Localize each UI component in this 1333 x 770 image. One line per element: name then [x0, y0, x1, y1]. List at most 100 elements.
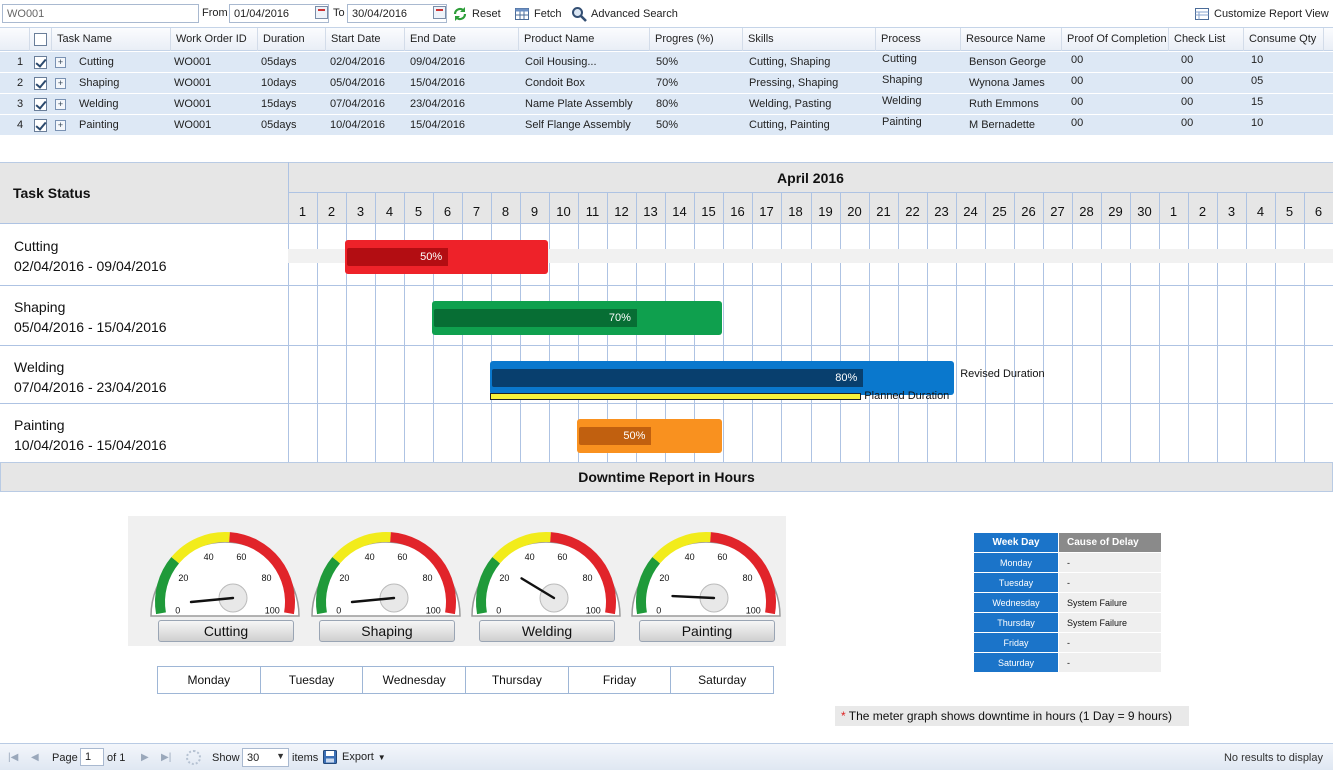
cell-duration: 15days [261, 98, 297, 110]
gauge-button-shaping[interactable]: Shaping [319, 620, 455, 642]
column-header-consume-qty[interactable]: Consume Qty [1244, 28, 1324, 51]
expand-icon[interactable]: + [55, 57, 66, 68]
cell-end-date: 15/04/2016 [410, 77, 466, 89]
gauge-button-painting[interactable]: Painting [639, 620, 775, 642]
refresh-icon[interactable] [186, 750, 201, 765]
page-count-label: of 1 [107, 752, 126, 764]
reset-label: Reset [472, 8, 501, 20]
table-row[interactable]: 2 + Shaping WO001 10days 05/04/2016 15/0… [0, 73, 1333, 94]
weekday-tab-friday[interactable]: Friday [569, 667, 672, 693]
customize-report-view-button[interactable]: Customize Report View [1194, 5, 1329, 23]
day-label: 1 [1169, 204, 1178, 219]
column-header-work-order-id[interactable]: Work Order ID [171, 28, 258, 51]
cause-row: Thursday System Failure [974, 613, 1161, 633]
weekday-tab-monday[interactable]: Monday [158, 667, 261, 693]
work-order-search-input[interactable] [2, 4, 199, 23]
cause-row: Friday - [974, 633, 1161, 653]
table-row[interactable]: 3 + Welding WO001 15days 07/04/2016 23/0… [0, 94, 1333, 115]
cell-task-name: Cutting [79, 56, 114, 68]
cell-process: Welding [882, 95, 922, 107]
fetch-button[interactable]: Fetch [514, 5, 562, 23]
page-size-select[interactable]: 30 ▼ [242, 748, 289, 767]
day-label: 2 [327, 204, 336, 219]
cause-row: Saturday - [974, 653, 1161, 673]
cause-day: Thursday [974, 613, 1058, 632]
last-page-icon[interactable]: ▶| [161, 752, 171, 763]
search-icon [571, 6, 587, 22]
cell-task-name: Welding [79, 98, 119, 110]
gauge-tick-label: 0 [496, 605, 501, 615]
column-header-duration[interactable]: Duration [258, 28, 326, 51]
column-header-task-name[interactable]: Task Name [52, 28, 171, 51]
gauge-tick-label: 60 [557, 552, 567, 562]
page-number-input[interactable] [80, 748, 104, 766]
reset-button[interactable]: Reset [452, 5, 501, 23]
row-checkbox[interactable] [34, 77, 47, 90]
expand-icon[interactable]: + [55, 99, 66, 110]
row-checkbox[interactable] [34, 98, 47, 111]
row-number: 3 [17, 98, 24, 110]
gauge-tick-label: 20 [178, 573, 188, 583]
task-date-range: 07/04/2016 - 23/04/2016 [14, 379, 167, 395]
table-row[interactable]: 4 + Painting WO001 05days 10/04/2016 15/… [0, 115, 1333, 136]
weekday-tab-saturday[interactable]: Saturday [671, 667, 773, 693]
gauge-tick-label: 80 [583, 573, 593, 583]
prev-page-icon[interactable]: ◀ [31, 752, 39, 763]
week-day-header: Week Day [974, 533, 1058, 552]
column-header-proof-of-completion[interactable]: Proof Of Completion [1062, 28, 1169, 51]
day-gridline [869, 193, 870, 462]
expand-icon[interactable]: + [55, 120, 66, 131]
cause-value: System Failure [1058, 593, 1161, 612]
gauge-tick-label: 60 [717, 552, 727, 562]
select-all-checkbox[interactable] [34, 33, 47, 46]
day-gridline [1014, 193, 1015, 462]
next-page-icon[interactable]: ▶ [141, 752, 149, 763]
cell-product-name: Name Plate Assembly [525, 98, 633, 110]
column-header-progress[interactable]: Progres (%) [650, 28, 743, 51]
first-page-icon[interactable]: |◀ [8, 752, 18, 763]
gauge-button-welding[interactable]: Welding [479, 620, 615, 642]
day-label: 1 [298, 204, 307, 219]
weekday-tab-wednesday[interactable]: Wednesday [363, 667, 467, 693]
from-calendar-icon[interactable] [315, 6, 328, 19]
gauge-tick-label: 80 [262, 573, 272, 583]
day-gridline [752, 193, 753, 462]
column-header-end-date[interactable]: End Date [405, 28, 519, 51]
day-gridline [927, 193, 928, 462]
row-checkbox[interactable] [34, 119, 47, 132]
cell-process: Cutting [882, 53, 917, 65]
column-header-process[interactable]: Process [876, 28, 961, 51]
column-header-product-name[interactable]: Product Name [519, 28, 650, 51]
weekday-tab-thursday[interactable]: Thursday [466, 667, 569, 693]
cell-resource-name: Ruth Emmons [969, 98, 1039, 110]
cell-proof-of-completion: 00 [1071, 117, 1084, 129]
cell-skills: Pressing, Shaping [749, 77, 839, 89]
column-header-skills[interactable]: Skills [743, 28, 876, 51]
cause-row: Tuesday - [974, 573, 1161, 593]
row-number: 2 [17, 77, 24, 89]
to-calendar-icon[interactable] [433, 6, 446, 19]
column-header-start-date[interactable]: Start Date [326, 28, 405, 51]
expand-icon[interactable]: + [55, 78, 66, 89]
gauge-tick-label: 60 [397, 552, 407, 562]
column-header-resource-name[interactable]: Resource Name [961, 28, 1062, 51]
cause-value: - [1058, 653, 1161, 672]
cell-start-date: 05/04/2016 [330, 77, 386, 89]
day-label: 10 [556, 204, 571, 219]
column-header-check-list[interactable]: Check List [1169, 28, 1244, 51]
row-checkbox[interactable] [34, 56, 47, 69]
cell-product-name: Condoit Box [525, 77, 585, 89]
gauge-button-cutting[interactable]: Cutting [158, 620, 294, 642]
cell-duration: 10days [261, 77, 297, 89]
day-label: 20 [847, 204, 862, 219]
advanced-search-button[interactable]: Advanced Search [571, 5, 678, 23]
gauge-tick-label: 40 [525, 552, 535, 562]
weekday-tab-tuesday[interactable]: Tuesday [261, 667, 364, 693]
to-date-input[interactable] [347, 4, 447, 23]
day-gridline [1275, 193, 1276, 462]
from-date-input[interactable] [229, 4, 329, 23]
export-button[interactable]: Export ▼ [322, 749, 386, 765]
table-row[interactable]: 1 + Cutting WO001 05days 02/04/2016 09/0… [0, 52, 1333, 73]
cell-start-date: 07/04/2016 [330, 98, 386, 110]
task-name-label: Shaping [14, 299, 66, 315]
